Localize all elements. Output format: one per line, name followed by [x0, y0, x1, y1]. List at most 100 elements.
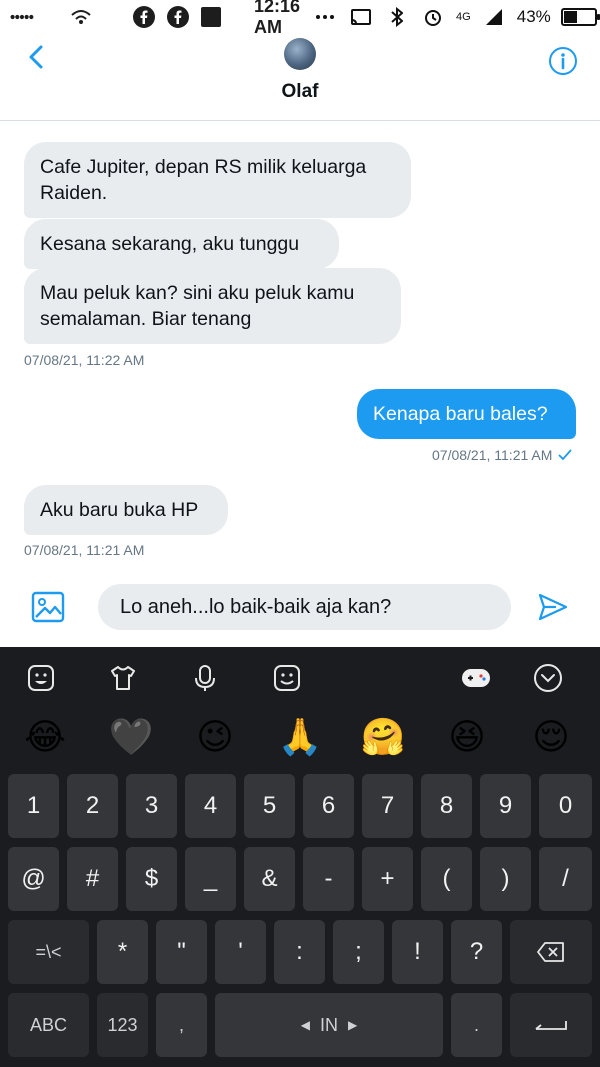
checkmark-icon	[558, 449, 573, 461]
notification-icons: 12:16 AM	[10, 0, 312, 38]
theme-button[interactable]	[106, 661, 140, 695]
key-underscore[interactable]: _	[185, 847, 236, 911]
space-key[interactable]: ◀ IN ▶	[215, 993, 443, 1057]
sent-timestamp: 07/08/21, 11:21 AM	[432, 447, 573, 463]
key-more-symbols[interactable]: =\<	[8, 920, 89, 984]
battery-percent: 43%	[516, 7, 551, 26]
emoji-button[interactable]	[270, 661, 304, 695]
facebook-icon	[132, 6, 156, 28]
key-hash[interactable]: #	[67, 847, 118, 911]
message-text-line: semalaman. Biar tenang	[40, 308, 252, 330]
message-text-line: Raiden.	[40, 182, 108, 204]
comma-key[interactable]: ,	[156, 993, 207, 1057]
key-9[interactable]: 9	[480, 774, 531, 838]
key-asterisk[interactable]: *	[97, 920, 148, 984]
emoji-suggestion[interactable]: 😉	[192, 715, 238, 761]
info-icon	[549, 47, 577, 75]
emoji-suggestion[interactable]: 😌	[528, 715, 574, 761]
image-icon	[31, 591, 65, 623]
key-open-paren[interactable]: (	[421, 847, 472, 911]
voice-input-button[interactable]	[188, 661, 222, 695]
info-button[interactable]	[548, 46, 578, 76]
alarm-icon	[420, 6, 446, 28]
emoji-suggestion[interactable]: 🙏	[277, 715, 323, 761]
space-key-label: IN	[320, 1014, 338, 1035]
key-minus[interactable]: -	[303, 847, 354, 911]
key-6[interactable]: 6	[303, 774, 354, 838]
contact-name[interactable]: Olaf	[0, 81, 600, 103]
key-0[interactable]: 0	[539, 774, 592, 838]
send-icon	[538, 593, 568, 621]
gamepad-icon	[462, 669, 490, 687]
message-bubble-sent[interactable]: Kenapa baru bales?	[357, 389, 576, 439]
chevron-right-icon: ▶	[348, 1018, 358, 1032]
emoji-icon	[274, 665, 300, 691]
key-colon[interactable]: :	[274, 920, 325, 984]
key-8[interactable]: 8	[421, 774, 472, 838]
shirt-icon	[111, 666, 135, 690]
sticker-icon	[28, 665, 54, 691]
period-key[interactable]: .	[451, 993, 502, 1057]
emoji-suggestion[interactable]: 🖤	[108, 715, 154, 761]
key-single-quote[interactable]: '	[215, 920, 266, 984]
key-plus[interactable]: +	[362, 847, 413, 911]
network-type: 4G	[456, 11, 471, 23]
key-5[interactable]: 5	[244, 774, 295, 838]
backspace-icon	[537, 942, 564, 962]
collapse-keyboard-button[interactable]	[531, 661, 565, 695]
emoji-suggestion[interactable]: 😆	[444, 715, 490, 761]
message-timestamp: 07/08/21, 11:22 AM	[24, 352, 145, 368]
compose-bar: Lo aneh...lo baik-baik aja kan?	[0, 568, 600, 647]
emoji-suggestion[interactable]: 🤗	[360, 715, 406, 761]
message-input[interactable]: Lo aneh...lo baik-baik aja kan?	[98, 584, 511, 630]
key-slash[interactable]: /	[539, 847, 592, 911]
game-button[interactable]	[459, 661, 493, 695]
abc-key[interactable]: ABC	[8, 993, 89, 1057]
chevron-left-icon	[29, 45, 43, 69]
add-media-button[interactable]	[31, 590, 65, 624]
key-ampersand[interactable]: &	[244, 847, 295, 911]
more-icon	[312, 6, 338, 28]
message-bubble-received[interactable]: Cafe Jupiter, depan RS milik keluarga Ra…	[24, 142, 411, 218]
emoji-suggestion-row: 😂 🖤 😉 🙏 🤗 😆 😌	[0, 709, 600, 769]
back-button[interactable]	[22, 42, 52, 72]
battery-icon	[560, 8, 600, 26]
message-bubble-received[interactable]: Aku baru buka HP	[24, 485, 228, 535]
sticker-button[interactable]	[24, 661, 58, 695]
message-text-line: Cafe Jupiter, depan RS milik keluarga	[40, 156, 367, 178]
key-close-paren[interactable]: )	[480, 847, 531, 911]
key-4[interactable]: 4	[185, 774, 236, 838]
numeric-key[interactable]: 123	[97, 993, 148, 1057]
key-7[interactable]: 7	[362, 774, 413, 838]
signal-icon	[481, 6, 507, 28]
key-question[interactable]: ?	[451, 920, 502, 984]
key-semicolon[interactable]: ;	[333, 920, 384, 984]
message-bubble-received[interactable]: Kesana sekarang, aku tunggu	[24, 219, 339, 269]
wifi-hotspot-icon	[70, 6, 92, 28]
key-exclamation[interactable]: !	[392, 920, 443, 984]
message-timestamp: 07/08/21, 11:21 AM	[432, 447, 553, 463]
enter-key[interactable]	[510, 993, 592, 1057]
bluetooth-icon	[384, 6, 410, 28]
backspace-key[interactable]	[510, 920, 592, 984]
message-timestamp: 07/08/21, 11:21 AM	[24, 542, 145, 558]
message-list: Cafe Jupiter, depan RS milik keluarga Ra…	[0, 121, 600, 568]
key-1[interactable]: 1	[8, 774, 59, 838]
chevron-down-icon	[534, 664, 562, 692]
cast-icon	[348, 6, 374, 28]
message-bubble-received[interactable]: Mau peluk kan? sini aku peluk kamu semal…	[24, 268, 401, 344]
facebook-icon	[166, 6, 190, 28]
conversation-header: Olaf	[0, 34, 600, 121]
key-3[interactable]: 3	[126, 774, 177, 838]
message-input-text: Lo aneh...lo baik-baik aja kan?	[120, 595, 392, 618]
key-at[interactable]: @	[8, 847, 59, 911]
avatar[interactable]	[284, 38, 316, 70]
emoji-suggestion[interactable]: 😂	[22, 715, 68, 761]
notification-dots-icon	[10, 6, 36, 28]
send-button[interactable]	[536, 590, 570, 624]
message-text-line: Kenapa baru bales?	[373, 403, 548, 425]
key-2[interactable]: 2	[67, 774, 118, 838]
system-icons: 4G 43%	[312, 6, 600, 28]
key-double-quote[interactable]: "	[156, 920, 207, 984]
key-dollar[interactable]: $	[126, 847, 177, 911]
